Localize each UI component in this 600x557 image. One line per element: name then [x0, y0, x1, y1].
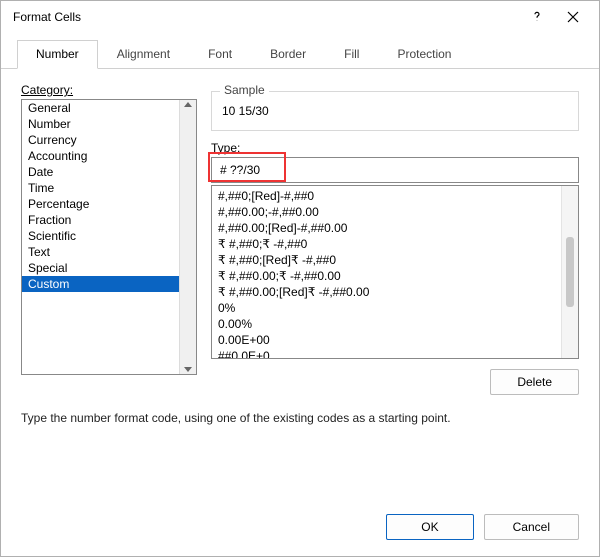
- format-item[interactable]: #,##0.00;[Red]-#,##0.00: [218, 220, 555, 236]
- tab-protection[interactable]: Protection: [378, 40, 470, 69]
- format-item[interactable]: ##0.0E+0: [218, 348, 555, 358]
- category-item[interactable]: Date: [22, 164, 179, 180]
- category-item[interactable]: Currency: [22, 132, 179, 148]
- close-button[interactable]: [555, 3, 591, 31]
- tab-bar: NumberAlignmentFontBorderFillProtection: [1, 33, 599, 69]
- scroll-thumb[interactable]: [566, 237, 574, 307]
- window-title: Format Cells: [13, 10, 519, 24]
- format-cells-dialog: Format Cells NumberAlignmentFontBorderFi…: [0, 0, 600, 557]
- type-label: Type:: [211, 141, 579, 155]
- delete-button[interactable]: Delete: [490, 369, 579, 395]
- format-item[interactable]: 0.00E+00: [218, 332, 555, 348]
- category-item[interactable]: General: [22, 100, 179, 116]
- help-button[interactable]: [519, 3, 555, 31]
- category-item[interactable]: Fraction: [22, 212, 179, 228]
- sample-group: Sample 10 15/30: [211, 91, 579, 131]
- scroll-down-icon[interactable]: [184, 367, 192, 372]
- category-item[interactable]: Percentage: [22, 196, 179, 212]
- category-scrollbar[interactable]: [179, 100, 196, 374]
- category-listbox[interactable]: GeneralNumberCurrencyAccountingDateTimeP…: [21, 99, 197, 375]
- ok-button[interactable]: OK: [386, 514, 473, 540]
- content-area: Category: GeneralNumberCurrencyAccountin…: [1, 69, 599, 502]
- sample-value: 10 15/30: [222, 100, 568, 118]
- dialog-footer: OK Cancel: [1, 502, 599, 556]
- format-item[interactable]: 0.00%: [218, 316, 555, 332]
- format-item[interactable]: #,##0.00;-#,##0.00: [218, 204, 555, 220]
- category-item[interactable]: Text: [22, 244, 179, 260]
- titlebar: Format Cells: [1, 1, 599, 33]
- format-listbox[interactable]: #,##0;[Red]-#,##0#,##0.00;-#,##0.00#,##0…: [211, 185, 579, 359]
- format-item[interactable]: ₹ #,##0.00;[Red]₹ -#,##0.00: [218, 284, 555, 300]
- category-item[interactable]: Special: [22, 260, 179, 276]
- format-scrollbar[interactable]: [561, 186, 578, 358]
- format-item[interactable]: ₹ #,##0;[Red]₹ -#,##0: [218, 252, 555, 268]
- tab-alignment[interactable]: Alignment: [98, 40, 189, 69]
- format-item[interactable]: #,##0;[Red]-#,##0: [218, 188, 555, 204]
- scroll-up-icon[interactable]: [184, 102, 192, 107]
- tab-font[interactable]: Font: [189, 40, 251, 69]
- category-item[interactable]: Scientific: [22, 228, 179, 244]
- category-item[interactable]: Accounting: [22, 148, 179, 164]
- category-item[interactable]: Number: [22, 116, 179, 132]
- tab-border[interactable]: Border: [251, 40, 325, 69]
- tab-fill[interactable]: Fill: [325, 40, 378, 69]
- category-item[interactable]: Time: [22, 180, 179, 196]
- tab-number[interactable]: Number: [17, 40, 98, 69]
- format-item[interactable]: ₹ #,##0;₹ -#,##0: [218, 236, 555, 252]
- category-item[interactable]: Custom: [22, 276, 179, 292]
- hint-text: Type the number format code, using one o…: [21, 411, 579, 425]
- cancel-button[interactable]: Cancel: [484, 514, 579, 540]
- category-label: Category:: [21, 83, 197, 97]
- format-item[interactable]: ₹ #,##0.00;₹ -#,##0.00: [218, 268, 555, 284]
- type-input[interactable]: [211, 157, 579, 183]
- sample-label: Sample: [220, 83, 269, 97]
- format-item[interactable]: 0%: [218, 300, 555, 316]
